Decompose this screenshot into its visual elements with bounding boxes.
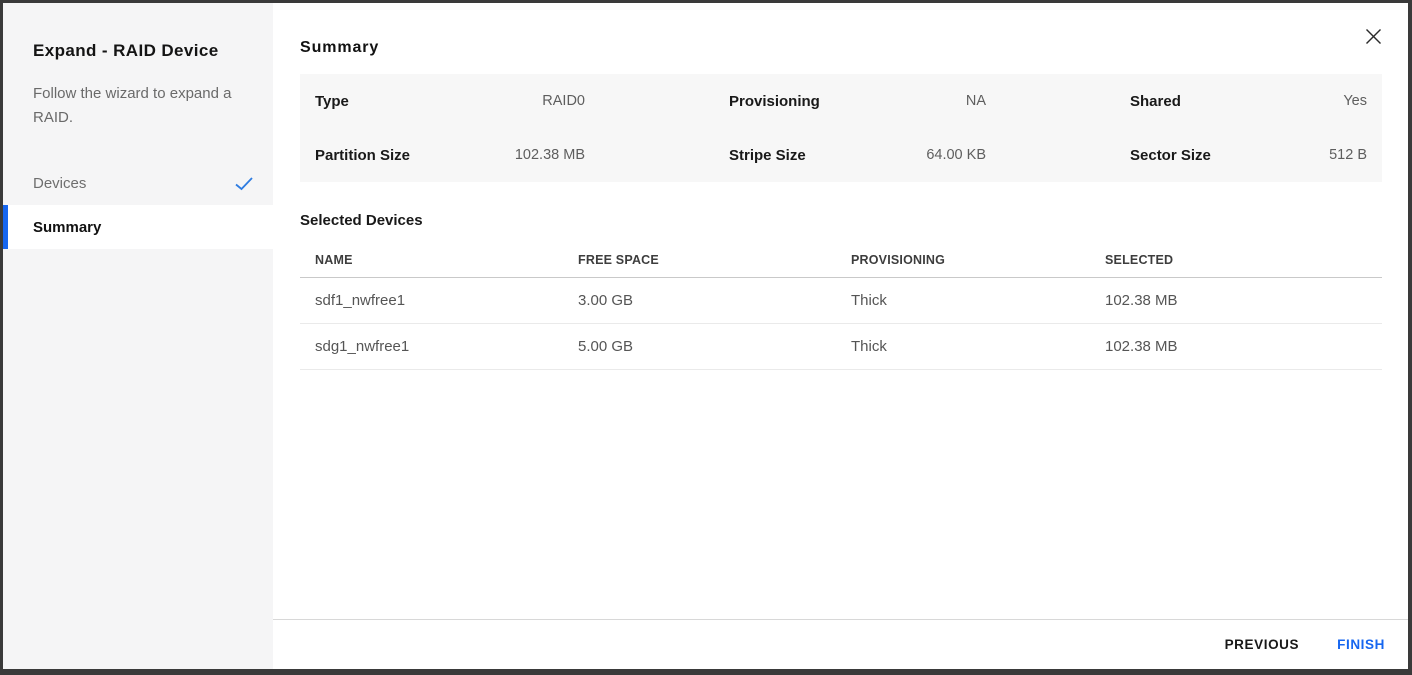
field-label: Partition Size (315, 147, 410, 164)
field-label: Type (315, 93, 349, 110)
cell-provisioning: Thick (836, 338, 1090, 355)
cell-selected: 102.38 MB (1090, 292, 1382, 309)
column-header-name: NAME (300, 253, 563, 267)
field-label: Shared (1130, 93, 1181, 110)
table-row: sdf1_nwfree1 3.00 GB Thick 102.38 MB (300, 278, 1382, 324)
cell-free-space: 3.00 GB (563, 292, 836, 309)
summary-field-shared: Shared Yes (1130, 74, 1367, 128)
column-header-free-space: FREE SPACE (563, 253, 836, 267)
field-label: Stripe Size (729, 147, 806, 164)
table-header-row: NAME FREE SPACE PROVISIONING SELECTED (300, 251, 1382, 278)
checkmark-icon (234, 176, 254, 191)
field-value: 64.00 KB (926, 147, 986, 163)
summary-field-partition-size: Partition Size 102.38 MB (315, 128, 585, 182)
close-icon[interactable] (1362, 25, 1384, 47)
selected-devices-table: NAME FREE SPACE PROVISIONING SELECTED sd… (300, 251, 1382, 370)
wizard-main-panel: Summary Type RAID0 Provisioning NA Share… (273, 3, 1408, 669)
table-row: sdg1_nwfree1 5.00 GB Thick 102.38 MB (300, 324, 1382, 370)
summary-field-type: Type RAID0 (315, 74, 585, 128)
cell-free-space: 5.00 GB (563, 338, 836, 355)
page-title: Summary (300, 39, 1382, 57)
step-devices-label: Devices (33, 175, 86, 192)
summary-field-sector-size: Sector Size 512 B (1130, 128, 1367, 182)
column-header-provisioning: PROVISIONING (836, 253, 1090, 267)
wizard-sidebar: Expand - RAID Device Follow the wizard t… (3, 3, 273, 669)
field-value: 512 B (1329, 147, 1367, 163)
summary-field-stripe-size: Stripe Size 64.00 KB (729, 128, 986, 182)
finish-button[interactable]: FINISH (1337, 637, 1385, 652)
cell-selected: 102.38 MB (1090, 338, 1382, 355)
wizard-description: Follow the wizard to expand a RAID. (33, 82, 247, 130)
summary-panel: Type RAID0 Provisioning NA Shared Yes Pa… (300, 74, 1382, 182)
wizard-title: Expand - RAID Device (33, 39, 249, 62)
summary-field-provisioning: Provisioning NA (729, 74, 986, 128)
cell-name: sdg1_nwfree1 (300, 338, 563, 355)
step-summary-label: Summary (33, 219, 101, 236)
field-value: NA (966, 93, 986, 109)
field-label: Provisioning (729, 93, 820, 110)
column-header-selected: SELECTED (1090, 253, 1382, 267)
field-value: Yes (1343, 93, 1367, 109)
wizard-footer: PREVIOUS FINISH (273, 619, 1408, 669)
wizard-steps: Devices Summary (3, 161, 273, 249)
field-value: RAID0 (542, 93, 585, 109)
cell-name: sdf1_nwfree1 (300, 292, 563, 309)
field-label: Sector Size (1130, 147, 1211, 164)
selected-devices-title: Selected Devices (300, 212, 1382, 229)
field-value: 102.38 MB (515, 147, 585, 163)
step-devices[interactable]: Devices (3, 161, 273, 205)
expand-raid-wizard-dialog: Expand - RAID Device Follow the wizard t… (3, 3, 1408, 669)
step-summary[interactable]: Summary (3, 205, 273, 249)
previous-button[interactable]: PREVIOUS (1225, 637, 1300, 652)
cell-provisioning: Thick (836, 292, 1090, 309)
